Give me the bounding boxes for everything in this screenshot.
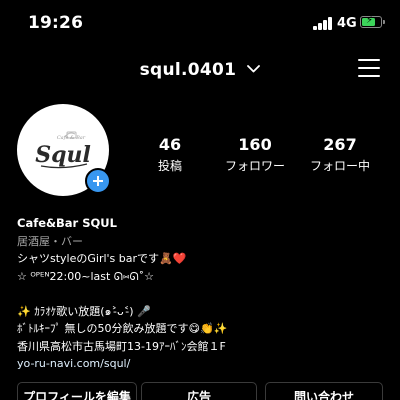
logo-small-text: Cafe & Bar	[57, 135, 86, 141]
bio-line: 香川県高松市古馬場町13-19ｱｰﾊﾞﾝ会館１F	[17, 339, 226, 353]
followers-count[interactable]: 160 フォロワー	[215, 135, 295, 174]
posts-value: 46	[158, 135, 182, 154]
bio-blank-line	[17, 285, 387, 303]
profile-header: squl.0401	[0, 52, 400, 90]
contact-button[interactable]: 問い合わせ	[265, 382, 383, 400]
bio-line: ☆ ᴼᴾᴱᴺ22:00~last ᘏ⑅ᘏ˚☆	[17, 269, 155, 283]
battery-icon: ⚡	[360, 15, 385, 28]
account-switcher[interactable]: squl.0401	[0, 60, 400, 80]
following-value: 267	[323, 135, 357, 154]
chevron-down-icon[interactable]	[247, 65, 261, 73]
bio-line: ﾎﾞﾄﾙｷｰﾌﾟ 無しの50分飲み放題です😋👏✨	[17, 322, 228, 335]
profile-category[interactable]: 居酒屋・バー	[17, 233, 387, 251]
plus-icon[interactable]	[85, 168, 111, 194]
profile-bio: Cafe&Bar SQUL 居酒屋・バー シャツstyleのGirl's bar…	[17, 215, 387, 373]
following-label: フォロー中	[309, 159, 370, 173]
username[interactable]: squl.0401	[140, 60, 237, 80]
posts-label: 投稿	[157, 159, 182, 173]
edit-profile-button[interactable]: プロフィールを編集	[17, 382, 137, 400]
status-bar: 19:26 4G ⚡	[0, 0, 400, 46]
charging-bolt-icon: ⚡	[366, 15, 374, 26]
bio-line: シャツstyleのGirl's barです🧸❤️	[17, 252, 187, 265]
network-type: 4G	[337, 16, 357, 31]
followers-label: フォロワー	[224, 159, 285, 173]
bio-line: ✨ ｶﾗｵｹ歌い放題(๑˃̵ᴗ˂̵) 🎤	[17, 304, 151, 318]
following-count[interactable]: 267 フォロー中	[300, 135, 380, 174]
profile-actions: プロフィールを編集 広告 問い合わせ	[17, 382, 383, 400]
logo-script-text: Squl	[35, 142, 91, 168]
cellular-signal-icon	[313, 17, 333, 30]
status-time: 19:26	[28, 13, 84, 33]
ads-button[interactable]: 広告	[141, 382, 257, 400]
posts-count[interactable]: 46 投稿	[130, 135, 210, 174]
followers-value: 160	[238, 135, 272, 154]
hamburger-menu-icon[interactable]	[358, 58, 380, 78]
profile-link[interactable]: yo-ru-navi.com/squl/	[17, 355, 387, 373]
profile-name: Cafe&Bar SQUL	[17, 216, 117, 230]
